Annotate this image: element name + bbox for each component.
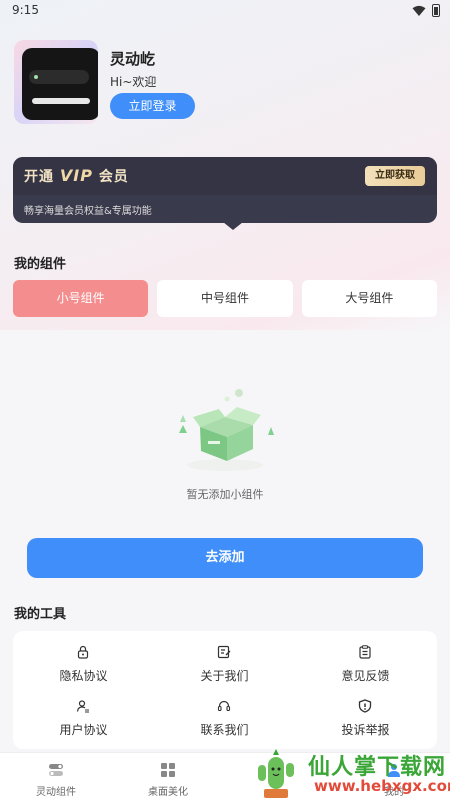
edit-note-icon (217, 645, 231, 659)
empty-state-text: 暂无添加小组件 (186, 488, 264, 501)
cactus-logo-icon (258, 749, 294, 798)
tools-grid: 隐私协议 关于我们 意见反馈 用户协议 联系我们 投诉举报 (13, 631, 437, 749)
tab-medium-widget[interactable]: 中号组件 (157, 280, 293, 317)
headset-icon (217, 700, 231, 712)
site-watermark: 仙人掌下载网 www.hebxgx.com (250, 745, 450, 800)
vip-get-button[interactable]: 立即获取 (365, 166, 425, 186)
my-page-screen: 9:15 灵动屹 Hi~欢迎 立即登录 开通 VIP 会员 立即获取 畅享海量会… (0, 0, 450, 800)
tool-feedback[interactable]: 意见反馈 (295, 639, 436, 691)
greeting-text: Hi~欢迎 (110, 75, 157, 89)
widgets-section-title: 我的组件 (14, 257, 67, 272)
status-time: 9:15 (12, 3, 39, 17)
tab-large-widget[interactable]: 大号组件 (301, 280, 437, 317)
shield-alert-icon (358, 699, 372, 713)
toggle-icon (49, 764, 63, 776)
widget-size-tabs: 小号组件 中号组件 大号组件 (13, 280, 437, 317)
vip-banner[interactable]: 开通 VIP 会员 立即获取 畅享海量会员权益&专属功能 (13, 157, 437, 223)
tool-contact-us[interactable]: 联系我们 (154, 693, 295, 745)
tools-section-title: 我的工具 (14, 607, 67, 622)
tool-report[interactable]: 投诉举报 (295, 693, 436, 745)
empty-box-illustration (179, 389, 274, 471)
lock-icon (77, 645, 89, 659)
tool-about-us[interactable]: 关于我们 (154, 639, 295, 691)
tool-privacy-policy[interactable]: 隐私协议 (13, 639, 154, 691)
profile-header: 灵动屹 Hi~欢迎 立即登录 (14, 40, 434, 126)
vip-subtitle: 畅享海量会员权益&专属功能 (24, 206, 152, 217)
status-icons (412, 4, 440, 17)
app-avatar (14, 40, 98, 124)
add-widget-button[interactable]: 去添加 (27, 538, 423, 578)
vip-banner-pointer (223, 222, 243, 230)
vip-title: 开通 VIP 会员 (24, 166, 129, 185)
tab-small-widget[interactable]: 小号组件 (13, 280, 149, 317)
battery-icon (432, 4, 440, 17)
watermark-url: www.hebxgx.com (314, 777, 450, 795)
grid-icon (161, 763, 175, 777)
clipboard-icon (359, 645, 371, 659)
nav-item-dynamic-widgets[interactable]: 灵动组件 (0, 753, 112, 800)
tool-user-agreement[interactable]: 用户协议 (13, 693, 154, 745)
app-name: 灵动屹 (110, 50, 156, 68)
status-bar: 9:15 (0, 0, 450, 22)
wifi-icon (412, 5, 426, 16)
login-button[interactable]: 立即登录 (110, 93, 195, 119)
vip-word: VIP (59, 166, 93, 185)
user-doc-icon (76, 700, 89, 713)
nav-item-desktop-beautify[interactable]: 桌面美化 (112, 753, 224, 800)
